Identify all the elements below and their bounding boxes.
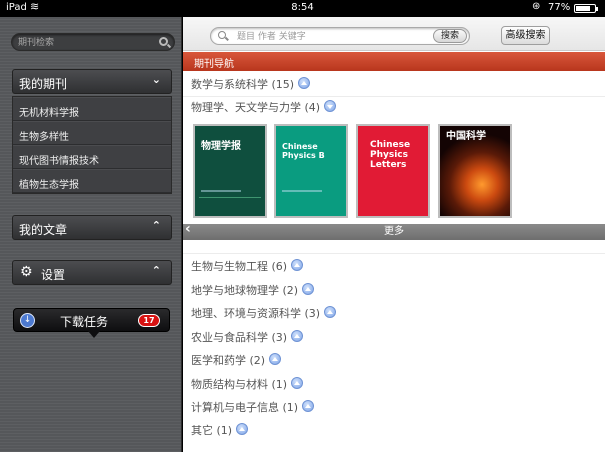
sidebar: 我的期刊 ⌄ 无机材料学报 生物多样性 现代图书情报技术 植物生态学报 我的文章…	[0, 17, 182, 452]
my-journals-header[interactable]: 我的期刊 ⌄	[12, 69, 172, 94]
settings-header[interactable]: ⚙ 设置 ⌃	[12, 260, 172, 285]
category-label: 生物与生物工程 (6)	[191, 260, 288, 273]
cover-title: Chinese Physics B	[282, 142, 325, 160]
battery-percent: 77%	[548, 2, 571, 13]
divider	[183, 96, 605, 97]
journal-cover[interactable]: Chinese Physics B	[274, 124, 348, 218]
category-label: 地学与地球物理学 (2)	[191, 284, 299, 297]
cover-title: Chinese Physics Letters	[370, 140, 411, 170]
download-count-badge: 17	[138, 314, 160, 327]
search-button[interactable]: 搜索	[433, 29, 467, 43]
category-row[interactable]: 数学与系统科学 (15)	[191, 76, 311, 98]
expand-up-icon[interactable]	[324, 306, 337, 318]
category-row[interactable]: 地理、环境与资源科学 (3)	[191, 305, 337, 327]
list-item[interactable]: 无机材料学报	[13, 97, 171, 121]
journal-covers: 物理学报 Chinese Physics B Chinese Physics L…	[193, 124, 603, 219]
category-label: 计算机与电子信息 (1)	[191, 401, 299, 414]
category-row[interactable]: 地学与地球物理学 (2)	[191, 282, 315, 304]
category-row[interactable]: 其它 (1)	[191, 422, 249, 444]
journal-cover[interactable]: 中国科学	[438, 124, 512, 218]
search-toolbar: 搜索 高级搜索	[183, 17, 605, 51]
cover-decoration	[282, 190, 322, 192]
journal-cover[interactable]: 物理学报	[193, 124, 267, 218]
expand-up-icon[interactable]	[291, 259, 304, 271]
rotation-lock-icon: ⊛	[532, 1, 541, 12]
category-row[interactable]: 生物与生物工程 (6)	[191, 258, 304, 280]
more-bar[interactable]: ‹ 更多	[183, 222, 605, 240]
expand-up-icon[interactable]	[291, 377, 304, 389]
cover-background	[195, 126, 265, 216]
journal-nav-title: 期刊导航	[183, 52, 605, 71]
settings-title: 设置	[41, 268, 66, 282]
category-label: 农业与食品科学 (3)	[191, 331, 288, 344]
clock: 8:54	[291, 2, 314, 13]
status-bar: iPad ≋ 8:54 ⊛ 77%	[0, 0, 605, 17]
journal-cover[interactable]: Chinese Physics Letters	[356, 124, 430, 218]
search-icon[interactable]	[159, 37, 168, 46]
expand-down-icon[interactable]	[324, 100, 337, 112]
cover-title: 中国科学	[446, 131, 486, 142]
expand-up-icon[interactable]	[269, 353, 282, 365]
my-journals-list: 无机材料学报 生物多样性 现代图书情报技术 植物生态学报	[12, 96, 172, 194]
my-journals-title: 我的期刊	[19, 77, 68, 91]
cover-decoration	[201, 190, 241, 192]
download-tasks-label: 下载任务	[60, 315, 109, 329]
category-label: 物理学、天文学与力学 (4)	[191, 101, 321, 114]
category-label: 数学与系统科学 (15)	[191, 78, 295, 91]
category-label: 物质结构与材料 (1)	[191, 378, 288, 391]
list-item[interactable]: 现代图书情报技术	[13, 145, 171, 169]
list-item[interactable]: 生物多样性	[13, 121, 171, 145]
list-item[interactable]: 植物生态学报	[13, 169, 171, 193]
category-label: 地理、环境与资源科学 (3)	[191, 307, 321, 320]
category-row[interactable]: 农业与食品科学 (3)	[191, 329, 304, 351]
divider	[183, 253, 605, 254]
expand-up-icon[interactable]	[302, 400, 315, 412]
advanced-search-button[interactable]: 高级搜索	[501, 26, 550, 45]
category-label: 其它 (1)	[191, 424, 233, 437]
expand-up-icon[interactable]	[302, 283, 315, 295]
gear-icon: ⚙	[20, 264, 33, 280]
category-row[interactable]: 医学和药学 (2)	[191, 352, 282, 374]
expand-up-icon[interactable]	[298, 77, 311, 89]
journal-search-input[interactable]	[18, 36, 153, 49]
chevron-up-icon[interactable]: ⌃	[152, 219, 161, 232]
main-panel: 搜索 高级搜索 期刊导航 数学与系统科学 (15) 物理学、天文学与力学 (4)…	[183, 17, 605, 452]
my-articles-header[interactable]: 我的文章 ⌃	[12, 215, 172, 240]
category-row[interactable]: 计算机与电子信息 (1)	[191, 399, 315, 421]
category-row[interactable]: 物理学、天文学与力学 (4)	[191, 99, 337, 121]
download-icon: ↓	[20, 313, 35, 328]
category-label: 医学和药学 (2)	[191, 354, 266, 367]
battery-fill	[576, 6, 590, 11]
cover-title: 物理学报	[201, 141, 241, 152]
article-search-input[interactable]	[237, 30, 407, 43]
my-articles-title: 我的文章	[19, 223, 68, 237]
download-tasks-button[interactable]: ↓ 下载任务 17	[13, 308, 170, 338]
article-search-field[interactable]: 搜索	[210, 27, 470, 45]
cover-decoration	[199, 197, 261, 198]
chevron-up-icon[interactable]: ⌃	[152, 264, 161, 277]
category-row[interactable]: 物质结构与材料 (1)	[191, 376, 304, 398]
search-icon	[218, 31, 226, 39]
battery-icon	[574, 4, 598, 13]
cover-background	[276, 126, 346, 216]
expand-up-icon[interactable]	[236, 423, 249, 435]
popover-arrow	[88, 331, 100, 338]
chevron-left-icon[interactable]: ‹	[185, 222, 191, 237]
expand-up-icon[interactable]	[291, 330, 304, 342]
more-label: 更多	[384, 226, 404, 237]
journal-search-field[interactable]	[11, 33, 175, 51]
chevron-down-icon[interactable]: ⌄	[152, 73, 161, 86]
